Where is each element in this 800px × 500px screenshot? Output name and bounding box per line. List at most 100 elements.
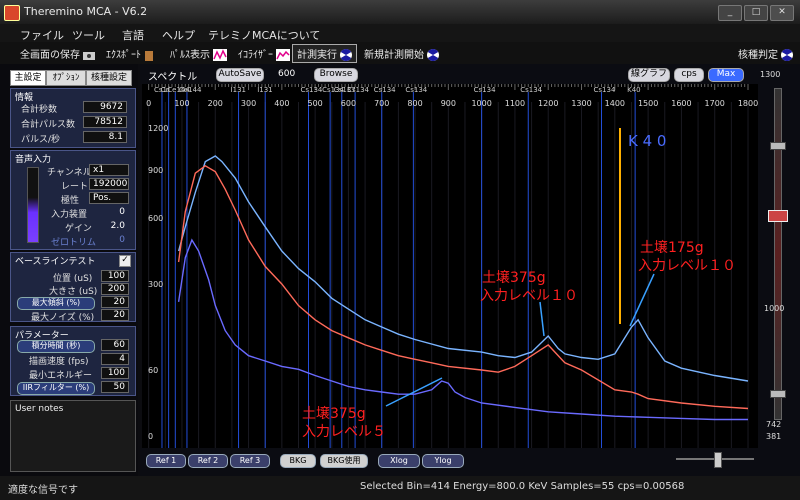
isotope-judge-button[interactable]: 核種判定: [738, 46, 794, 61]
menu-tools[interactable]: ツール: [72, 27, 105, 43]
audio-input-box: 音声入力 チャンネル x1 レート 192000 極性 Pos. 入力装置 0 …: [10, 150, 136, 250]
tab-main-settings[interactable]: 主設定: [10, 70, 46, 86]
baseline-test-checkbox[interactable]: ✓: [119, 255, 131, 267]
bkg-button[interactable]: BKG: [280, 454, 316, 468]
menu-about[interactable]: テレミノMCAについて: [208, 27, 320, 43]
new-measure-label: 新規計測開始: [364, 50, 424, 61]
export-label: ｴｸｽﾎﾟｰﾄ: [106, 50, 141, 61]
toolbar: 全画面の保存 ｴｸｽﾎﾟｰﾄ ﾊﾟﾙｽ表示 ｲｺﾗｲｻﾞｰ 計測実行 新規計測開…: [0, 42, 800, 64]
input-device-label: 入力装置: [51, 210, 88, 220]
x-tick-label: 300: [241, 99, 256, 108]
menu-language[interactable]: 言語: [122, 27, 144, 43]
status-message: 適度な信号です: [8, 485, 78, 496]
zero-trim-label: ゼロトリム: [51, 238, 97, 248]
minimize-button[interactable]: _: [718, 5, 742, 21]
autosave-interval[interactable]: 600: [278, 69, 295, 79]
x-tick-label: 500: [308, 99, 323, 108]
autosave-button[interactable]: AutoSave: [216, 68, 264, 82]
maximize-button[interactable]: □: [744, 5, 768, 21]
equalizer-icon: [276, 49, 291, 61]
max-noise-value[interactable]: 20: [101, 309, 129, 321]
total-pulses-value: 78512: [83, 116, 127, 128]
spectrum-chart[interactable]: Cs1CdCe144Ce144 I131 I131 Cs134 Cs134Cs137Cs…: [142, 84, 758, 448]
x-tick-label: 800: [407, 99, 422, 108]
position-value[interactable]: 100: [101, 270, 129, 282]
ylog-button[interactable]: Ylog: [422, 454, 464, 468]
audio-input-title: 音声入力: [15, 155, 52, 165]
scale-b2-label: 381: [766, 432, 782, 441]
soil375-level-annotation: 入力レベル１０: [480, 288, 578, 304]
max-slope-value[interactable]: 20: [101, 296, 129, 308]
rate-select[interactable]: 192000: [89, 178, 129, 190]
pulse-display-button[interactable]: ﾊﾟﾙｽ表示: [170, 46, 228, 61]
run-measure-button[interactable]: 計測実行: [292, 44, 358, 63]
isotope-marker-label: Cs134: [520, 86, 542, 94]
position-label: 位置 (uS): [53, 274, 93, 284]
baseline-test-title: ベースラインテスト: [15, 257, 96, 267]
threshold-slider-handle[interactable]: [768, 210, 788, 222]
ref3-button[interactable]: Ref 3: [230, 454, 270, 468]
ref2-button[interactable]: Ref 2: [188, 454, 228, 468]
soil375-low-pointer: [385, 377, 443, 407]
close-button[interactable]: ✕: [770, 5, 794, 21]
max-button[interactable]: Max: [708, 68, 744, 82]
cps-button[interactable]: cps: [674, 68, 704, 82]
zero-trim-value[interactable]: 0: [95, 235, 125, 245]
channel-select[interactable]: x1: [89, 164, 129, 176]
input-device-value[interactable]: 0: [95, 207, 125, 217]
gain-slider-track: [774, 88, 782, 420]
isotope-marker-label: Ce144: [179, 86, 202, 94]
export-button[interactable]: ｴｸｽﾎﾟｰﾄ: [106, 46, 154, 61]
draw-speed-value[interactable]: 4: [101, 353, 129, 365]
spectrum-plot[interactable]: Cs1 Cd Ce144 Ce144 I131 I131 Cs134 Cs134 Cs137 Cs…: [142, 84, 758, 448]
soil375-pointer: [539, 301, 545, 337]
iir-filter-button[interactable]: IIRフィルター (%): [17, 382, 95, 395]
x-tick-label: 0: [146, 99, 151, 108]
integration-time-value[interactable]: 60: [101, 339, 129, 351]
isotope-marker-label: Cs134: [405, 86, 427, 94]
max-slope-button[interactable]: 最大傾斜 (%): [17, 297, 95, 310]
radiation-icon: [340, 49, 353, 61]
polarity-label: 極性: [61, 196, 80, 206]
pulse-display-label: ﾊﾟﾙｽ表示: [170, 50, 210, 61]
line-graph-button[interactable]: 線グラフ: [628, 68, 670, 82]
x-tick-label: 1000: [471, 99, 491, 108]
soil375-low-annotation: 土壌375g: [302, 406, 366, 422]
new-measure-button[interactable]: 新規計測開始: [364, 46, 440, 61]
ref1-button[interactable]: Ref 1: [146, 454, 186, 468]
x-tick-label: 1700: [705, 99, 725, 108]
browse-button[interactable]: Browse: [314, 68, 358, 82]
soil375-low-level-annotation: 入力レベル５: [302, 424, 386, 440]
xlog-button[interactable]: Xlog: [378, 454, 420, 468]
tab-options[interactable]: ｵﾌﾟｼｮﾝ: [46, 70, 86, 86]
isotope-marker-label: K40: [627, 86, 641, 94]
iir-filter-value[interactable]: 50: [101, 381, 129, 393]
tab-isotope-settings[interactable]: 核種設定: [86, 70, 132, 86]
size-value[interactable]: 200: [101, 283, 129, 295]
x-tick-label: 400: [274, 99, 289, 108]
integration-time-button[interactable]: 積分時間 (秒): [17, 340, 95, 353]
user-notes-area[interactable]: User notes: [10, 400, 136, 472]
baseline-test-box: ベースラインテスト ✓ 位置 (uS) 100 大きさ (uS) 200 最大傾…: [10, 252, 136, 323]
isotope-marker-label: I131: [231, 86, 246, 94]
gain-value[interactable]: 2.0: [95, 221, 125, 231]
max-noise-label: 最大ノイズ (%): [31, 313, 95, 323]
equalizer-label: ｲｺﾗｲｻﾞｰ: [238, 50, 273, 61]
total-seconds-label: 合計秒数: [21, 105, 58, 115]
bkg-use-button[interactable]: BKG使用: [320, 454, 368, 468]
save-screen-button[interactable]: 全画面の保存: [20, 46, 96, 61]
total-pulses-label: 合計パルス数: [21, 120, 76, 130]
lower-slider-handle[interactable]: [770, 390, 786, 398]
pulses-per-sec-label: パルス/秒: [21, 135, 61, 145]
menu-help[interactable]: ヘルプ: [162, 27, 195, 43]
min-energy-value[interactable]: 100: [101, 367, 129, 379]
menu-bar: ファイル ツール 言語 ヘルプ テレミノMCAについて: [0, 24, 800, 42]
x-tick-label: 600: [341, 99, 356, 108]
equalizer-button[interactable]: ｲｺﾗｲｻﾞｰ: [238, 46, 291, 61]
isotope-marker-label: I131: [257, 86, 272, 94]
menu-file[interactable]: ファイル: [20, 27, 64, 43]
save-screen-label: 全画面の保存: [20, 50, 80, 61]
gain-slider-handle[interactable]: [770, 142, 786, 150]
zoom-slider-handle[interactable]: [714, 452, 722, 468]
polarity-select[interactable]: Pos.: [89, 192, 129, 204]
